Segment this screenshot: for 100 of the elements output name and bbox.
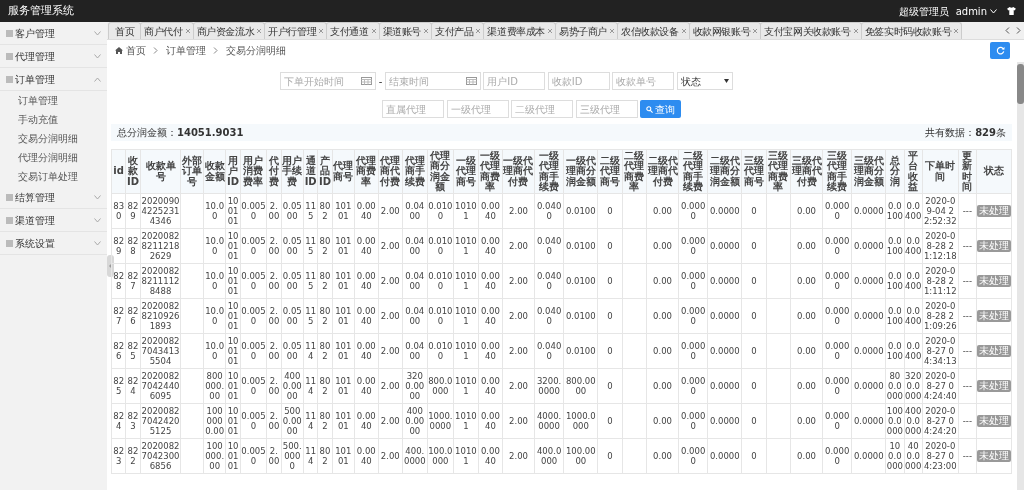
close-icon[interactable] [547,28,554,34]
sidebar-subitem[interactable]: 代理分润明细 [18,150,78,165]
table-cell: 0.0050 [240,263,267,299]
shirt-icon[interactable] [1007,7,1016,15]
table-cell: 2020-08-28 21:12:18 [922,228,959,264]
sidebar-item[interactable]: 系统设置 [15,235,55,251]
breadcrumb-link[interactable]: 订单管理 [165,42,206,58]
table-cell: 0.0000 [822,438,852,474]
table-cell: 0 [597,333,623,369]
close-icon[interactable] [752,28,759,34]
table-cell: 2.00 [502,368,535,404]
tab[interactable]: 商户代付 [140,22,194,39]
scrollbar[interactable] [1017,62,1024,490]
table-cell: 10.00 [203,193,226,229]
table-cell: 2.00 [266,228,282,264]
scroll-left-icon[interactable] [1005,27,1010,34]
table-cell: 0 [597,228,623,264]
tab[interactable]: 支付产品 [431,22,485,39]
close-icon[interactable] [953,28,960,34]
table-cell: 0.0000 [678,403,708,439]
tab[interactable]: 收款网银账号 [688,22,762,39]
scroll-right-icon[interactable] [1016,27,1021,34]
table-cell: 0.0100 [427,298,454,334]
input-field[interactable]: 收款ID [547,72,610,90]
table-cell: 115 [303,263,318,299]
close-icon[interactable] [475,28,482,34]
table-cell: 1000.0000 [427,403,454,439]
column-header: 代理商代付费 [378,149,403,194]
sidebar-item[interactable]: 客户管理 [15,25,55,41]
close-icon[interactable] [680,28,687,34]
status-tag: 未处理 [977,415,1012,427]
table-cell: 0.00 [646,438,679,474]
table-cell: 10101 [453,263,479,299]
tab[interactable]: 易势子商户 [555,22,619,39]
table-cell: 4000.0000 [904,403,923,439]
tab[interactable]: 渠道费率成本 [483,22,557,39]
sidebar-subitem[interactable]: 订单管理 [18,93,58,108]
chevron-right-icon [213,46,218,54]
status-select[interactable]: 状态 [676,72,733,90]
date-field[interactable]: 结束时间 [384,72,481,90]
user-menu[interactable]: admin [955,3,987,19]
table-cell: 0.0100 [427,228,454,264]
table-cell: --- [958,193,977,229]
tab[interactable]: 农信收款设备 [617,22,690,39]
input-field[interactable]: 三级代理 [575,100,638,118]
table-cell: 0.0000 [822,228,852,264]
sidebar-subitem[interactable]: 交易分润明细 [18,131,78,146]
table-cell: 2020-08-28 21:11:12 [922,263,959,299]
chevron-up-icon[interactable] [94,76,101,82]
table-cell: 0.0000 [678,228,708,264]
table-cell: 802 [317,438,333,474]
close-icon[interactable] [318,28,325,34]
sidebar-item[interactable]: 订单管理 [15,71,55,87]
sidebar-item[interactable]: 代理管理 [15,48,55,64]
input-field[interactable]: 用户ID [483,72,546,90]
sidebar-subitem[interactable]: 手动充值 [18,112,58,127]
table-cell: 0.0000 [707,228,742,264]
table-cell: 100101 [225,368,241,404]
refresh-button[interactable] [990,41,1010,59]
tab[interactable]: 支付宝网关收款账号 [760,22,862,39]
input-field[interactable]: 直属代理 [382,100,444,118]
table-cell: 0.0040 [354,193,379,229]
tab[interactable]: 首页 [108,22,142,39]
table-cell: 0.0040 [354,368,379,404]
table-cell: 0.0040 [354,403,379,439]
date-field[interactable]: 下单开始时间 [280,72,377,90]
collapse-handle[interactable] [107,255,114,277]
table-cell: 0.0000 [678,438,708,474]
table-cell: 824 [125,368,141,404]
calendar-icon[interactable] [465,77,477,85]
calendar-icon[interactable] [361,77,373,85]
close-icon[interactable] [852,28,859,34]
tab[interactable]: 商户资金流水 [192,22,266,39]
tab[interactable]: 渠道账号 [378,22,433,39]
input-field[interactable]: 收款单号 [612,72,675,90]
table-cell: 2.00 [378,368,403,404]
table-cell: 100.0000 [563,438,598,474]
refresh-icon[interactable] [995,45,1005,55]
sidebar-item[interactable]: 结算管理 [15,189,55,205]
table-cell: 0.0000 [851,263,886,299]
table-cell: 800.0000 [563,368,598,404]
table-cell: 10101 [332,333,355,369]
close-icon[interactable] [423,28,430,34]
table-cell: 10101 [332,263,355,299]
close-icon[interactable] [370,28,377,34]
breadcrumb-link[interactable]: 首页 [125,42,146,58]
table-cell: 10101 [453,298,479,334]
sidebar-item[interactable]: 渠道管理 [15,212,55,228]
tab[interactable]: 免签实时码收款账号 [860,22,963,39]
tab[interactable]: 开户行管理 [264,22,328,39]
table-cell: 2.00 [266,368,282,404]
table-cell: 0.0500 [281,228,304,264]
tab[interactable]: 支付通道 [326,22,380,39]
sidebar-subitem[interactable]: 交易订单处理 [18,169,78,184]
close-icon[interactable] [184,28,191,34]
close-icon[interactable] [256,28,263,34]
table-cell: 0.0000 [707,193,742,229]
table-cell: 2.00 [378,438,403,474]
close-icon[interactable] [609,28,616,34]
table-cell: 0.00 [646,403,679,439]
